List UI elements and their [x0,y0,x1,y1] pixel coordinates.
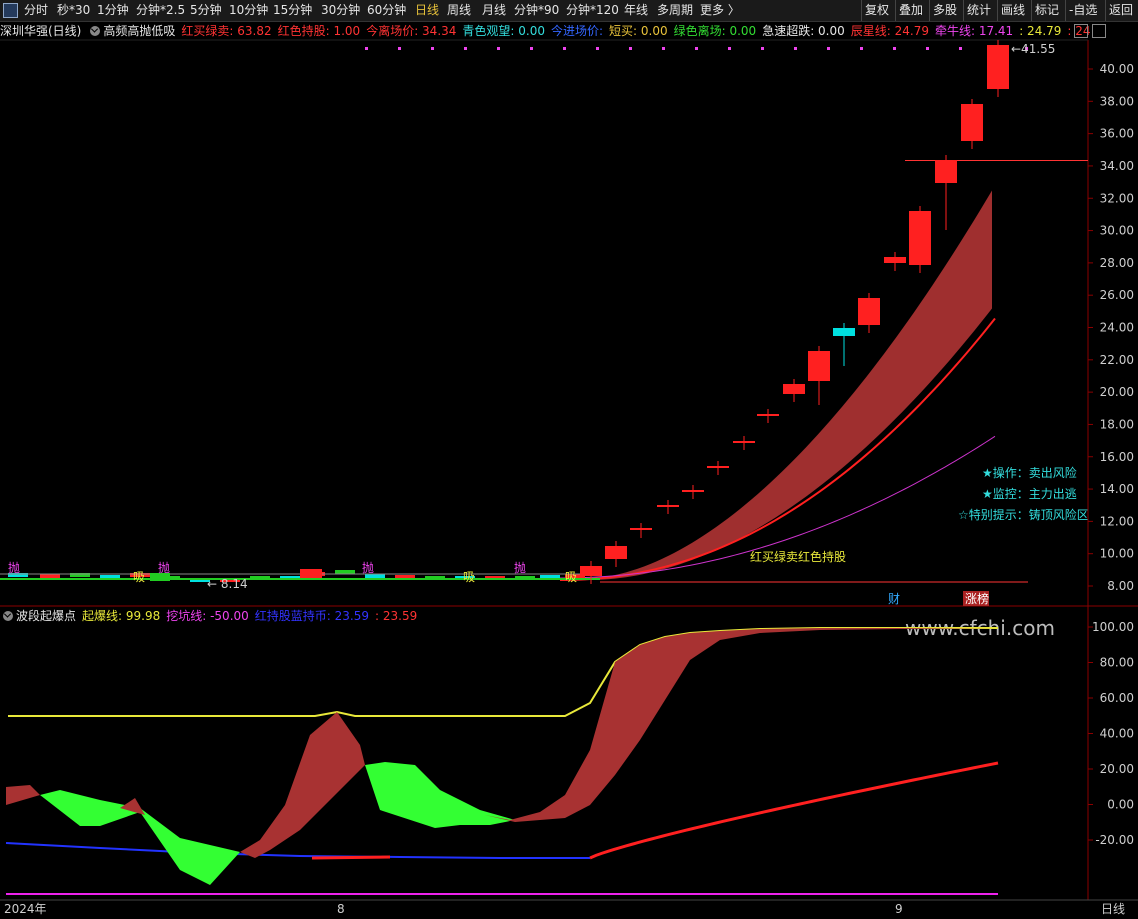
candle-body [580,566,602,576]
signal-dot [563,47,566,50]
signal-dot [431,47,434,50]
low-price-label: ← 8.14 [207,577,248,591]
price-label: 36.00 [1100,127,1134,141]
price-label: 20.00 [1100,385,1134,399]
hold-stock-segment [311,855,391,860]
signal-dot [662,47,665,50]
time-label: 8 [337,902,345,916]
detonation-line [8,627,998,717]
candle-body [783,384,805,394]
sub-axis-label: -20.00 [1095,833,1134,847]
buy-marker: 吸 [133,570,145,584]
price-label: 32.00 [1100,191,1134,205]
sub-axis-label: 20.00 [1100,762,1134,776]
candle-body [987,45,1009,89]
signal-dot [695,47,698,50]
price-label: 26.00 [1100,288,1134,302]
candle-body [757,414,779,416]
signal-dot [596,47,599,50]
signal-dot [794,47,797,50]
flat-candle [300,569,322,578]
time-label: 9 [895,902,903,916]
signal-dot [926,47,929,50]
price-label: 14.00 [1100,482,1134,496]
signal-dot [530,47,533,50]
limit-up-tag: 涨榜 [965,591,989,606]
signal-dot [398,47,401,50]
price-label: 30.00 [1100,224,1134,238]
signal-dot [497,47,500,50]
buy-area [485,628,998,822]
price-label: 12.00 [1100,514,1134,528]
signal-dot [464,47,467,50]
period-label: 日线 [1101,902,1125,916]
candle-body [630,528,652,530]
price-label: 34.00 [1100,159,1134,173]
sell-area [40,790,240,885]
candle-body [858,298,880,325]
candle-body [682,490,704,492]
sub-axis-label: 0.00 [1107,798,1134,812]
flat-candle [335,570,355,574]
signal-dot [761,47,764,50]
price-label: 40.00 [1100,62,1134,76]
signal-dot [365,47,368,50]
candle-body [961,104,983,141]
price-label: 10.00 [1100,547,1134,561]
chart-canvas[interactable]: ←41.55← 8.14抛抛抛抛吸吸吸财 涨榜 40.0038.0036.0034… [0,0,1138,919]
buy-marker: 吸 [463,570,475,584]
signal-dot [728,47,731,50]
sub-axis-label: 80.00 [1100,656,1134,670]
candle-body [733,441,755,443]
signal-dot [827,47,830,50]
price-label: 18.00 [1100,417,1134,431]
sub-axis-label: 40.00 [1100,727,1134,741]
candle-body [657,505,679,507]
buy-marker: 吸 [565,570,577,584]
hold-stock-line [589,761,999,860]
flat-candle [40,574,60,578]
sell-area [365,762,515,828]
price-label: 24.00 [1100,321,1134,335]
signal-dot [860,47,863,50]
candle-body [909,211,931,265]
time-label: 2024年 [4,902,47,916]
sub-axis-label: 100.00 [1092,620,1134,634]
candle-body [605,546,627,559]
hold-coin-line [5,842,590,859]
signal-dot [893,47,896,50]
finance-tag: 财 [888,592,900,606]
high-price-label: ←41.55 [1011,42,1055,56]
candle-body [935,160,957,183]
signal-dot [959,47,962,50]
price-label: 28.00 [1100,256,1134,270]
signal-dot [629,47,632,50]
candle-body [808,351,830,381]
candle-body [833,328,855,336]
sell-marker: 抛 [362,560,374,575]
price-label: 16.00 [1100,450,1134,464]
sell-marker: 抛 [514,560,526,575]
buy-area [6,785,40,805]
candle-body [884,257,906,263]
price-label: 8.00 [1107,579,1134,593]
sub-axis-label: 60.00 [1100,691,1134,705]
sell-marker: 抛 [158,560,170,575]
price-label: 22.00 [1100,353,1134,367]
price-label: 38.00 [1100,94,1134,108]
buy-area [240,712,365,858]
candle-body [707,466,729,468]
sell-marker: 抛 [8,560,20,575]
